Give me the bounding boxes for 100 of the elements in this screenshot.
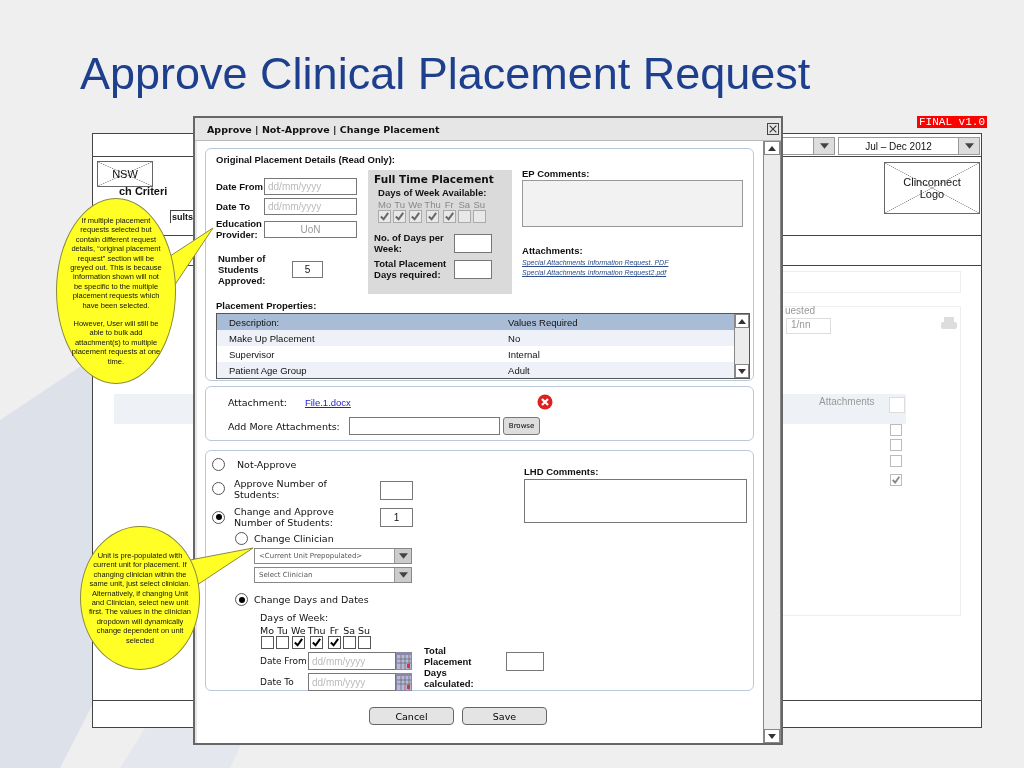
radio-button[interactable] [212,482,225,495]
column-header: Description: [217,314,497,330]
scrollbar[interactable] [763,141,781,743]
scroll-up-icon [738,318,747,324]
table-cell: Supervisor [217,346,497,362]
field-label: Date From [216,181,264,192]
placeholder-label: NSW [111,168,139,180]
table-cell: Internal [496,346,735,362]
dialog-title: Approve | Not-Approve | Change Placement [207,123,440,135]
option-label: Change and Approve Number of Students: [234,506,335,528]
radio-button[interactable] [212,458,225,471]
scrollbar[interactable] [734,314,749,378]
calendar-icon[interactable] [396,652,412,670]
comments-field[interactable] [524,479,747,523]
close-icon[interactable] [767,123,779,135]
period-dropdown[interactable]: Jul – Dec 2012 [838,137,980,155]
field-label: Days of Week: [260,612,330,623]
row-checkbox[interactable] [890,474,902,486]
scroll-down-icon [738,368,747,374]
date-field[interactable]: dd/mm/yyyy [264,198,357,215]
table-cell: No [496,330,735,346]
caret-icon [964,143,974,149]
table-cell: Make Up Placement [217,330,497,346]
field-label: Total Placement Days calculated: [424,644,475,689]
section-heading: Placement Properties: [216,300,318,311]
field-label: Attachments: [522,245,584,256]
option-label: Not-Approve [237,459,298,470]
section-heading: Original Placement Details (Read Only): [216,154,396,165]
caret-icon [398,572,408,578]
option-label: Change Days and Dates [254,594,369,605]
radio-button[interactable] [235,593,248,606]
section-heading: ch Criteri [119,185,168,197]
calendar-icon[interactable] [396,673,412,691]
day-label: Fr [443,199,455,210]
placeholder-label: Clinconnect Logo [902,176,962,200]
days-field[interactable] [454,233,493,253]
day-label: We [408,199,423,210]
students-field[interactable] [380,481,413,500]
day-checkbox[interactable] [276,636,289,649]
field-label: LHD Comments: [524,466,600,477]
students-field[interactable]: 1 [380,507,413,527]
field-label: Add More Attachments: [228,420,340,432]
day-label: Su [472,199,486,210]
students-field[interactable]: 5 [292,261,323,278]
field-label: Education Provider: [216,218,263,240]
day-checkbox[interactable] [291,636,305,649]
date-field[interactable]: dd/mm/yyyy [264,178,357,195]
day-label: We [291,625,306,636]
total-days-field[interactable] [454,259,493,279]
day-label: Thu [307,625,326,636]
attachment-field[interactable] [348,417,500,435]
version-badge: FINAL v1.0 [917,116,987,128]
day-checkbox[interactable] [260,636,274,649]
field-label: Date From [260,656,308,666]
table-cell: Patient Age Group [217,362,497,378]
day-checkbox[interactable] [342,636,356,649]
field-label: Date To [216,201,252,212]
scroll-up-icon [768,145,776,151]
printer-icon [941,317,957,331]
day-label: Thu [424,199,441,210]
field-label: No. of Days per Week: [374,232,445,254]
day-label: Fr [328,625,340,636]
row-checkbox[interactable] [890,424,902,436]
day-label: Sa [342,625,356,636]
scroll-down-icon [768,733,776,739]
field-label: Days of Week Available: [378,187,488,198]
caret-icon [398,553,408,559]
caret-icon [819,143,829,149]
slide-title: Approve Clinical Placement Request [80,48,811,100]
column-header: Attachments [819,396,875,407]
day-label: Su [357,625,371,636]
file-link[interactable]: File.1.docx [304,396,351,408]
field-label: EP Comments: [522,168,591,179]
requested-field: 1/nn [786,318,831,334]
date-field[interactable]: dd/mm/yyyy [308,673,396,691]
remove-icon[interactable] [536,394,553,410]
field-label: Total Placement Days required: [374,258,448,280]
day-checkbox[interactable] [327,636,341,649]
day-label: Tu [393,199,407,210]
column-header: Values Required [496,314,735,330]
table-cell: Adult [496,362,735,378]
day-label: Sa [457,199,471,210]
total-days-field[interactable] [506,652,544,671]
date-field[interactable]: dd/mm/yyyy [308,652,396,670]
radio-button[interactable] [212,510,225,524]
field-label: Date To [260,677,295,687]
day-checkbox[interactable] [310,636,324,649]
day-checkbox[interactable] [357,636,371,649]
day-label: Tu [276,625,289,636]
option-label: Change Clinician [254,533,334,544]
row-checkbox[interactable] [890,439,902,451]
requested-label: uested [785,305,816,316]
radio-button[interactable] [235,532,248,545]
day-label: Mo [378,199,392,210]
option-label: Approve Number of Students: [234,477,328,500]
dialog-button[interactable]: Save [462,707,547,725]
field-label: Number of Students Approved: [218,253,267,286]
row-checkbox[interactable] [890,455,902,467]
field-label: Attachment: [228,396,287,408]
dialog-button[interactable]: Cancel [369,707,454,725]
